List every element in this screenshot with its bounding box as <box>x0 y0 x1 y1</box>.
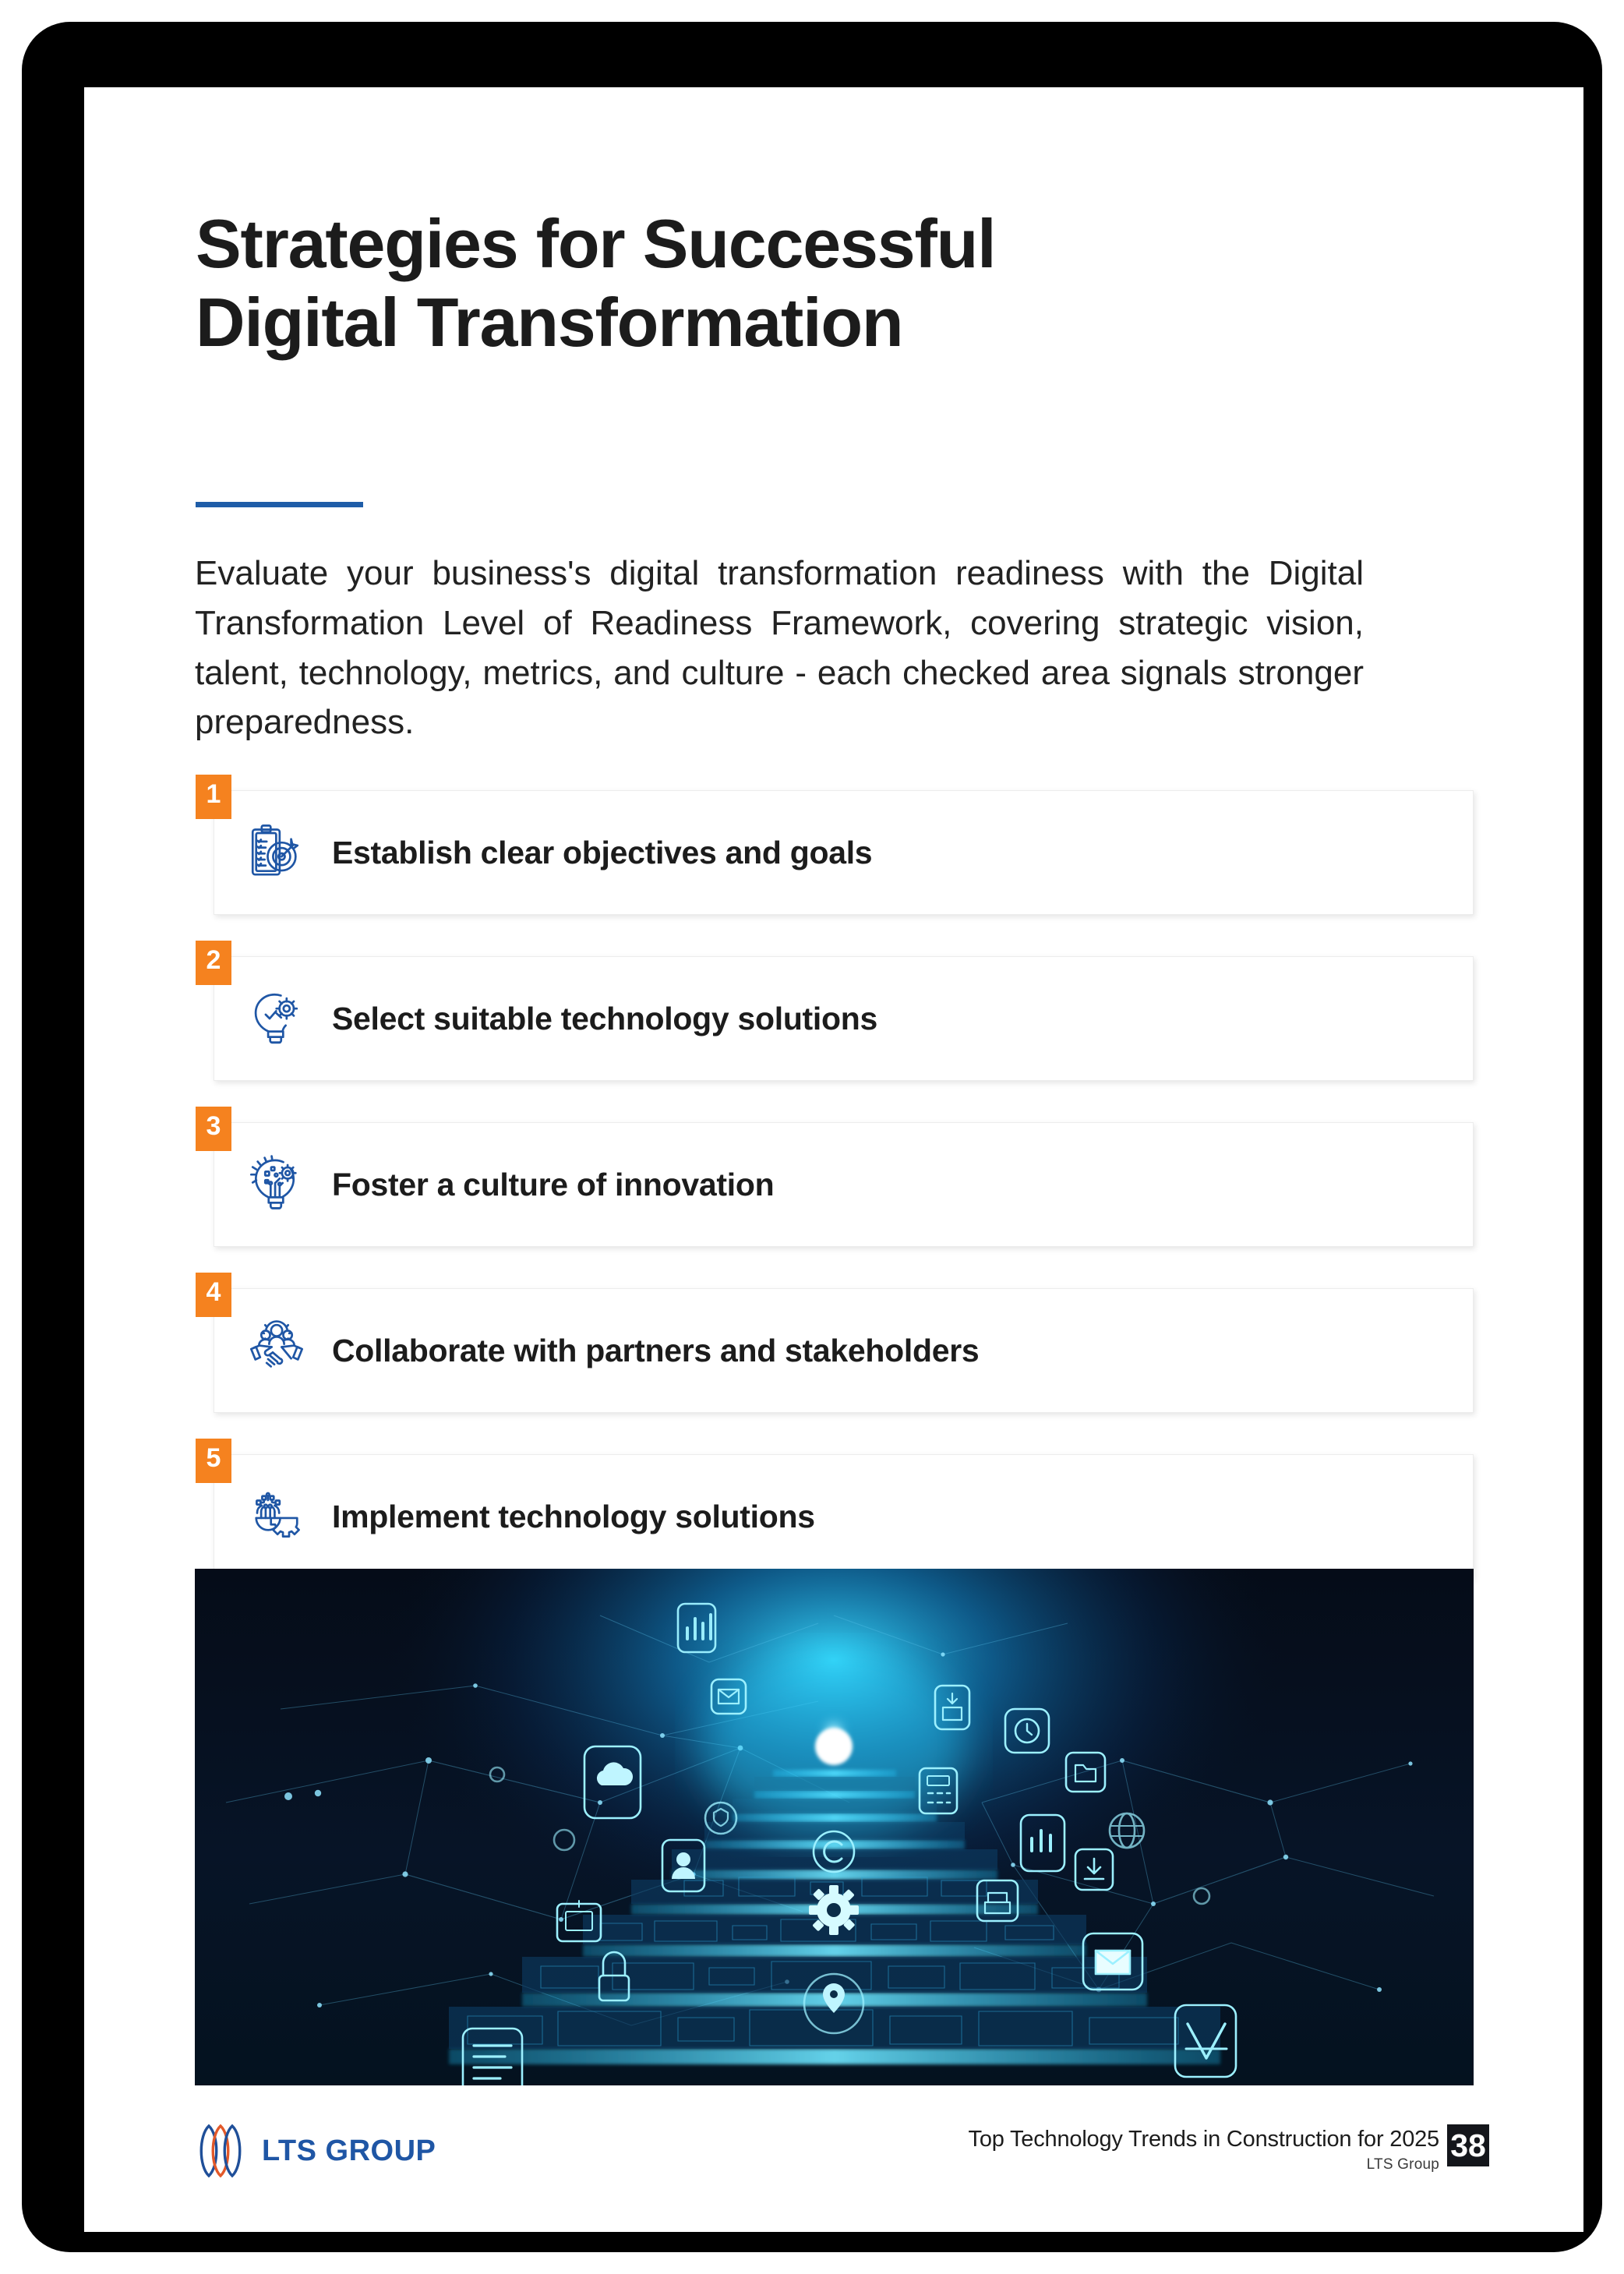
hero-image <box>195 1569 1474 2085</box>
step-card[interactable]: Foster a culture of innovation <box>214 1122 1474 1247</box>
step-number-badge: 2 <box>196 941 231 985</box>
step-number-badge: 3 <box>196 1107 231 1151</box>
footer-company-name: LTS Group <box>1366 2156 1439 2173</box>
handshake-team-icon <box>249 1320 304 1368</box>
step-label: Foster a culture of innovation <box>332 1166 775 1202</box>
step-card[interactable]: Establish clear objectives and goals <box>214 790 1474 915</box>
lts-leaf-logo-icon <box>199 2124 242 2178</box>
brand-name: LTS GROUP <box>262 2134 436 2167</box>
device-bezel: Strategies for Successful Digital Transf… <box>22 22 1602 2252</box>
clipboard-target-icon <box>251 825 299 876</box>
page-sheet: Strategies for Successful Digital Transf… <box>84 87 1583 2232</box>
step-card[interactable]: Select suitable technology solutions <box>214 956 1474 1081</box>
page-number: 38 <box>1447 2124 1489 2166</box>
page-title: Strategies for Successful Digital Transf… <box>196 205 997 362</box>
step-label: Select suitable technology solutions <box>332 1000 877 1036</box>
step-card[interactable]: Implement technology solutions <box>214 1454 1474 1579</box>
step-number-badge: 5 <box>196 1439 231 1483</box>
step-number-badge: 1 <box>196 775 231 819</box>
intro-paragraph: Evaluate your business's digital transfo… <box>195 554 1364 742</box>
step-label: Implement technology solutions <box>332 1498 815 1534</box>
footer-meta: Top Technology Trends in Construction fo… <box>969 2124 1489 2173</box>
list-item[interactable]: 3 Foster a culture of innovation <box>196 1107 1474 1273</box>
digital-staircase-illustration <box>195 1569 1474 2085</box>
brand-logo: LTS GROUP <box>192 2123 436 2179</box>
footer-document-title: Top Technology Trends in Construction fo… <box>968 2127 1440 2152</box>
list-item[interactable]: 2 Select suitable technology solutions <box>196 941 1474 1107</box>
footer-texts: Top Technology Trends in Construction fo… <box>968 2124 1440 2173</box>
step-number-badge: 4 <box>196 1273 231 1317</box>
step-label: Establish clear objectives and goals <box>332 834 873 870</box>
gear-icon <box>809 1885 859 1935</box>
steps-list: 1 Establish clear objectives and goals 2… <box>196 775 1474 1605</box>
page-footer: LTS GROUP Top Technology Trends in Const… <box>84 2117 1583 2232</box>
lightbulb-circuit-icon <box>249 1155 297 1209</box>
lightbulb-gear-icon <box>254 993 298 1044</box>
list-item[interactable]: 4 Collaborate with partners and stakehol… <box>196 1273 1474 1439</box>
step-card[interactable]: Collaborate with partners and stakeholde… <box>214 1288 1474 1413</box>
gear-circuit-icon <box>255 1492 300 1538</box>
list-item[interactable]: 1 Establish clear objectives and goals <box>196 775 1474 941</box>
title-divider-rule <box>196 502 363 507</box>
step-label: Collaborate with partners and stakeholde… <box>332 1332 980 1368</box>
